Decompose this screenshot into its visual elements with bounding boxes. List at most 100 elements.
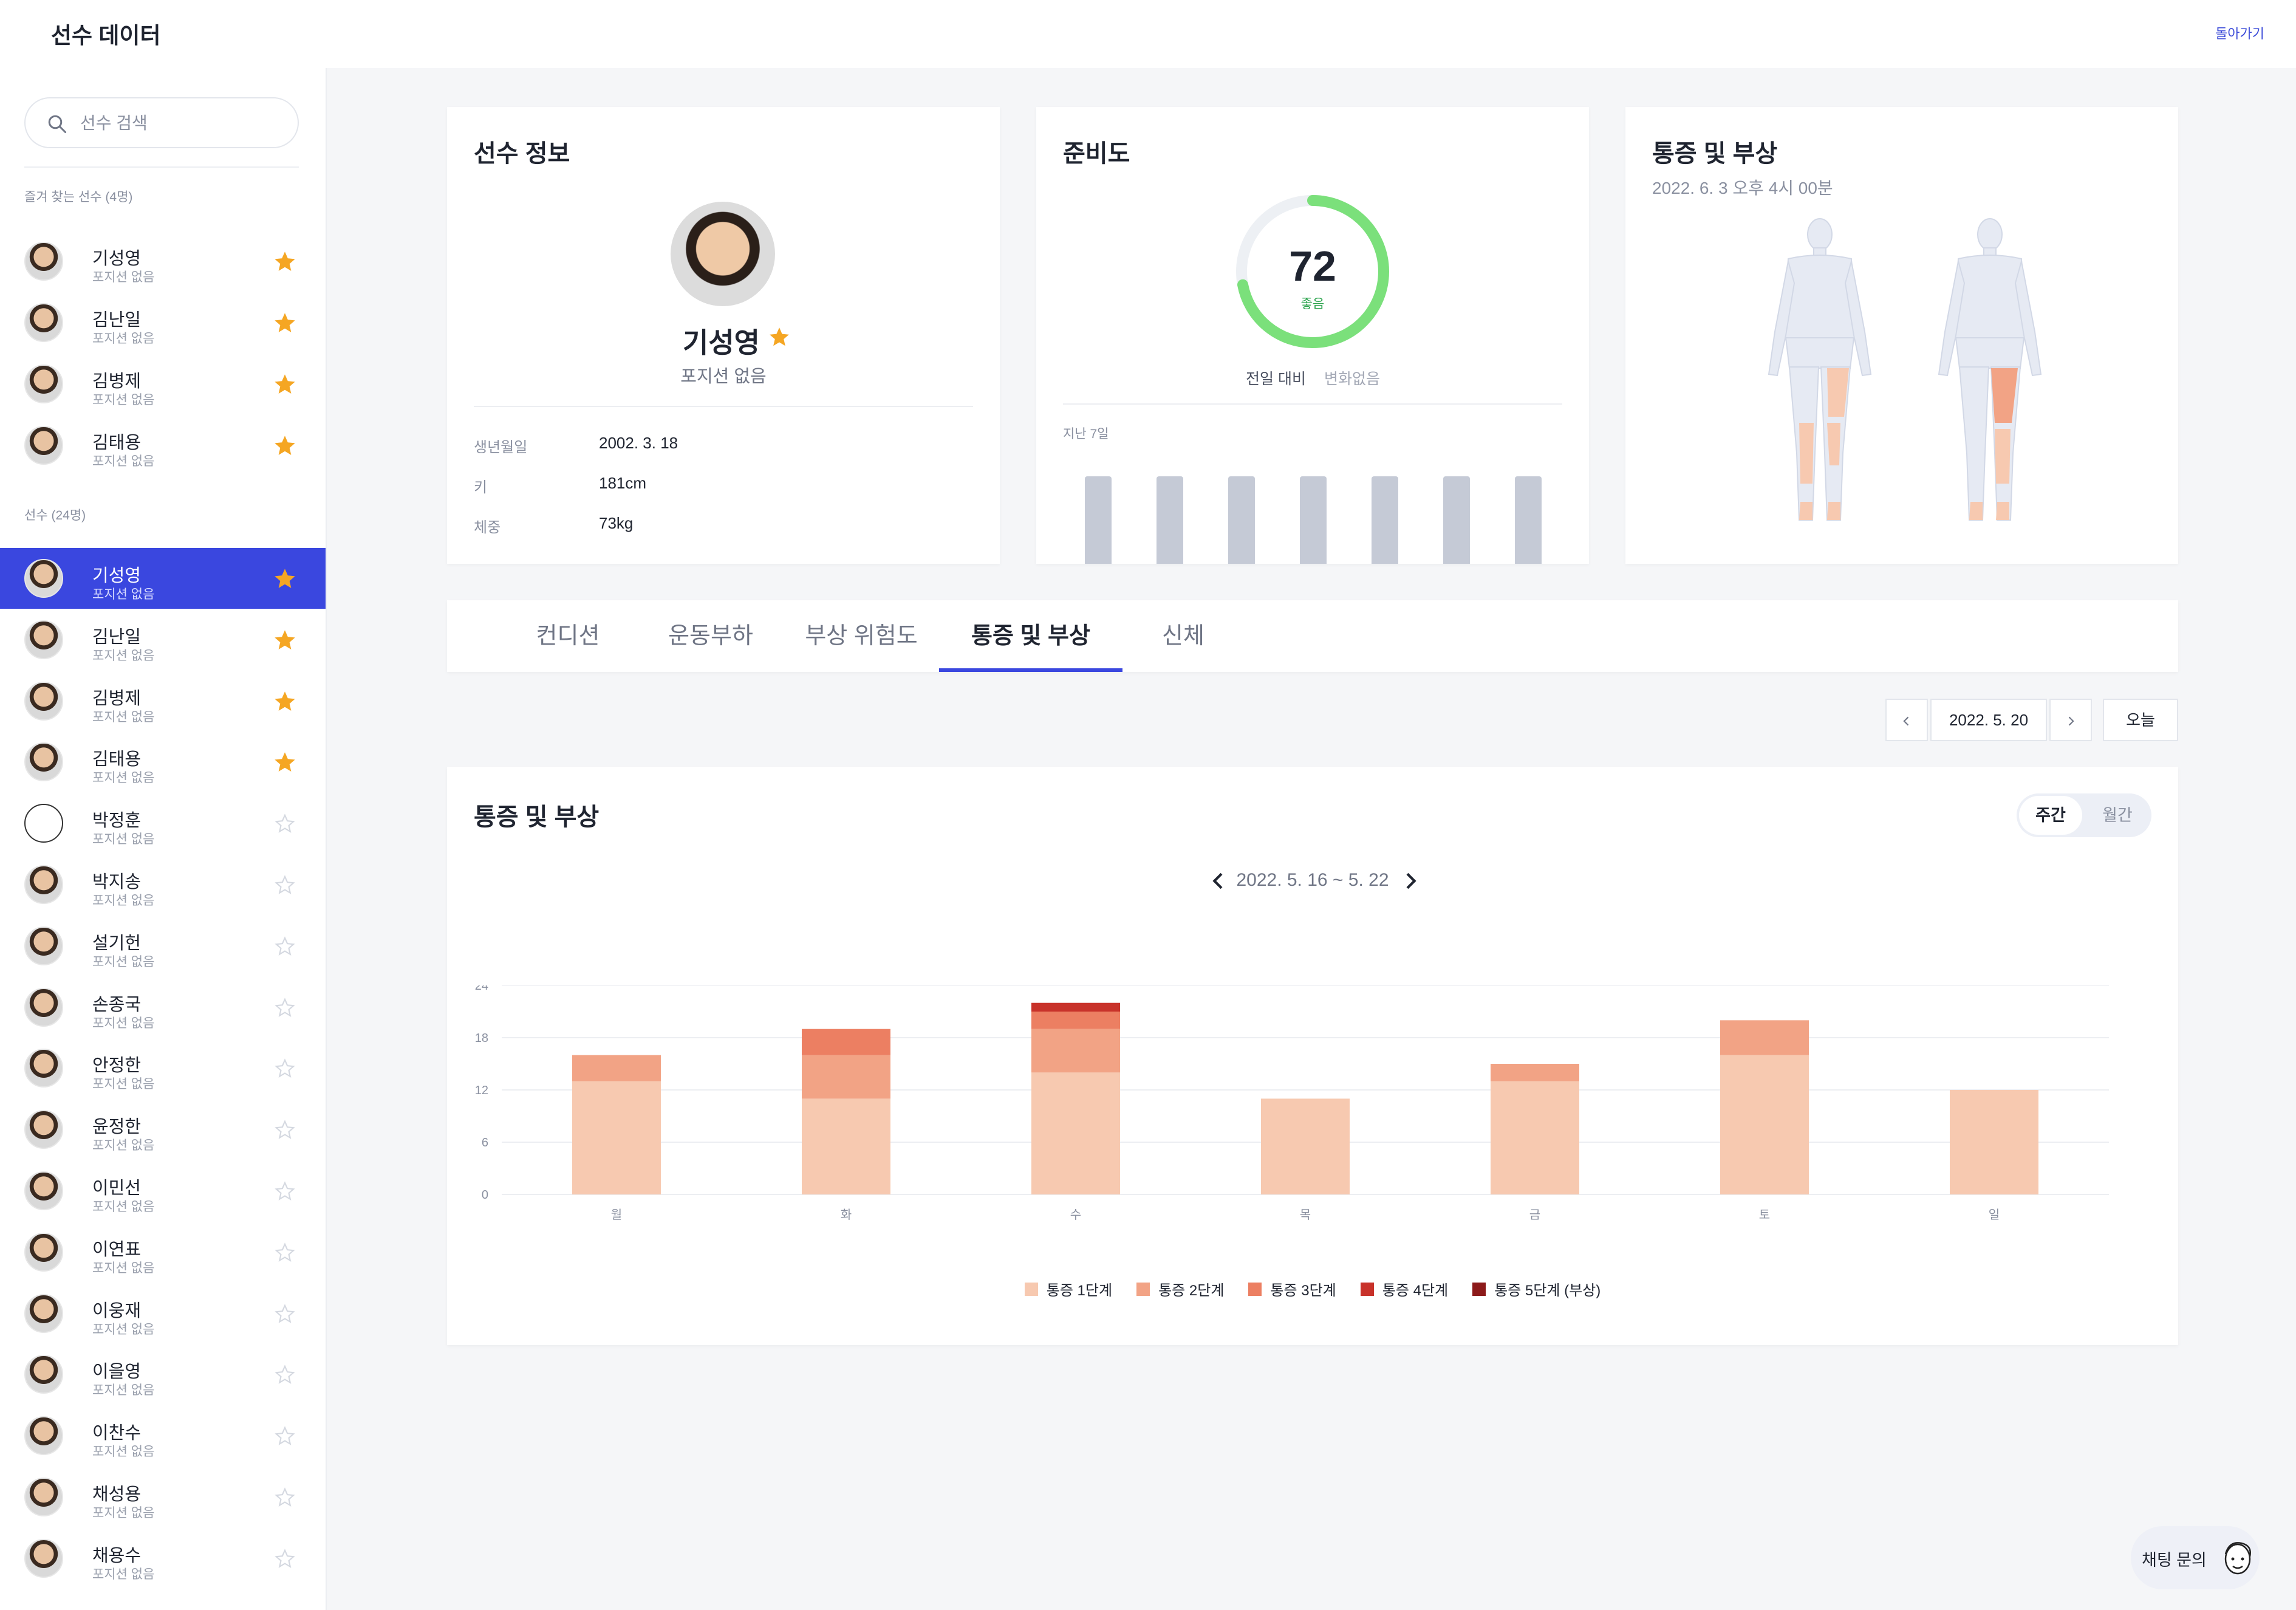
legend-label: 통증 2단계 <box>1158 1283 1225 1299</box>
star-outline-icon[interactable] <box>275 1548 295 1569</box>
star-outline-icon[interactable] <box>275 1303 295 1324</box>
bar-segment <box>802 1029 890 1055</box>
sidebar-player-item[interactable]: 김태용 포지션 없음 <box>0 731 326 792</box>
date-next-button[interactable] <box>2049 699 2092 741</box>
chat-button[interactable]: 채팅 문의 <box>2131 1526 2260 1589</box>
sidebar-player-item[interactable]: 이을영 포지션 없음 <box>0 1344 326 1405</box>
star-outline-icon[interactable] <box>275 997 295 1018</box>
chat-avatar-icon <box>2224 1542 2251 1575</box>
star-outline-icon[interactable] <box>275 1487 295 1508</box>
star-filled-icon[interactable] <box>275 436 295 456</box>
birth-label: 생년월일 <box>474 439 528 456</box>
sidebar-player-item[interactable]: 김병제 포지션 없음 <box>0 671 326 731</box>
sidebar-divider <box>24 166 299 168</box>
tab-injury-risk[interactable]: 부상 위험도 <box>784 600 939 672</box>
sidebar-player-item[interactable]: 기성영 포지션 없음 <box>0 548 326 609</box>
star-outline-icon[interactable] <box>275 1120 295 1140</box>
sidebar-player-item[interactable]: 안정한 포지션 없음 <box>0 1038 326 1098</box>
sidebar-player-item[interactable]: 손종국 포지션 없음 <box>0 977 326 1038</box>
search-input[interactable] <box>79 109 282 137</box>
player-position: 포지션 없음 <box>92 587 155 601</box>
star-filled-icon[interactable] <box>275 691 295 712</box>
search-icon <box>48 115 66 133</box>
star-outline-icon[interactable] <box>275 936 295 957</box>
player-position: 포지션 없음 <box>92 648 155 663</box>
star-outline-icon[interactable] <box>275 1426 295 1447</box>
pain-area <box>1995 429 2011 484</box>
sidebar-player-item[interactable]: 박정훈 포지션 없음 <box>0 793 326 854</box>
sidebar-player-item[interactable]: 이웅재 포지션 없음 <box>0 1283 326 1344</box>
players-section-label: 선수 (24명) <box>24 509 86 522</box>
player-position: 포지션 없음 <box>92 332 155 346</box>
today-button[interactable]: 오늘 <box>2103 699 2178 741</box>
sidebar-player-item[interactable]: 김난일 포지션 없음 <box>0 609 326 670</box>
avatar <box>24 365 63 403</box>
tab-workload[interactable]: 운동부하 <box>638 600 784 672</box>
bar-segment <box>1031 1012 1120 1029</box>
top-bar: 선수 데이터 돌아가기 <box>0 0 2296 68</box>
tab-pain-injury[interactable]: 통증 및 부상 <box>939 600 1122 672</box>
star-filled-icon[interactable] <box>275 252 295 272</box>
star-filled-icon[interactable] <box>275 752 295 773</box>
star-outline-icon[interactable] <box>275 1242 295 1263</box>
avatar <box>24 1171 63 1210</box>
sidebar-player-item[interactable]: 김병제 포지션 없음 <box>0 354 326 414</box>
star-filled-icon[interactable] <box>275 374 295 395</box>
star-outline-icon[interactable] <box>275 1181 295 1202</box>
sidebar-player-item[interactable]: 채성용 포지션 없음 <box>0 1467 326 1527</box>
pain-area <box>1799 423 1814 484</box>
star-outline-icon[interactable] <box>275 875 295 896</box>
profile-position: 포지션 없음 <box>680 367 767 386</box>
period-toggle[interactable]: 주간 월간 <box>2017 793 2151 837</box>
compare-label: 전일 대비 <box>1246 371 1306 388</box>
legend-label: 통증 5단계 (부상) <box>1494 1283 1601 1299</box>
bar-segment <box>802 1055 890 1099</box>
sidebar-player-item[interactable]: 김난일포지션 없음 <box>0 292 326 353</box>
player-position: 포지션 없음 <box>92 1200 155 1214</box>
tab-body[interactable]: 신체 <box>1122 600 1244 672</box>
x-tick-label: 토 <box>1759 1208 1770 1222</box>
monthly-toggle[interactable]: 월간 <box>2086 796 2149 835</box>
player-info-card: 선수 정보 기성영 포지션 없음 생년월일 2002. 3. 18 키 181c… <box>447 107 1000 564</box>
date-prev-button[interactable] <box>1885 699 1928 741</box>
date-display[interactable]: 2022. 5. 20 <box>1930 699 2047 741</box>
profile-photo <box>671 202 775 306</box>
sidebar-player-item[interactable]: 이찬수 포지션 없음 <box>0 1405 326 1466</box>
search-box[interactable] <box>24 97 299 148</box>
weekly-toggle[interactable]: 주간 <box>2019 796 2082 835</box>
tab-condition[interactable]: 컨디션 <box>498 600 638 672</box>
sidebar-player-item[interactable]: 김태용 포지션 없음 <box>0 415 326 476</box>
pain-body-date: 2022. 6. 3 오후 4시 00분 <box>1652 179 1833 197</box>
player-position: 포지션 없음 <box>92 270 155 284</box>
bar-segment <box>1261 1098 1350 1194</box>
avatar <box>24 804 63 843</box>
sidebar-player-item[interactable]: 윤정한 포지션 없음 <box>0 1099 326 1160</box>
sidebar-player-item[interactable]: 이민선 포지션 없음 <box>0 1160 326 1221</box>
x-tick-label: 일 <box>1989 1208 2000 1222</box>
star-outline-icon[interactable] <box>275 1058 295 1079</box>
star-filled-icon[interactable] <box>275 313 295 334</box>
player-name: 김난일 <box>92 310 142 330</box>
weight-label: 체중 <box>474 519 501 536</box>
player-name: 기성영 <box>92 566 142 586</box>
sidebar-player-item[interactable]: 채용수 포지션 없음 <box>0 1528 326 1589</box>
star-filled-icon[interactable] <box>275 629 295 651</box>
star-filled-icon[interactable] <box>275 569 295 589</box>
sidebar-player-item[interactable]: 기성영 포지션 없음 <box>0 231 326 292</box>
legend-label: 통증 3단계 <box>1270 1283 1336 1299</box>
player-name: 이연표 <box>92 1239 142 1259</box>
player-position: 포지션 없음 <box>92 1322 155 1337</box>
avatar <box>24 1232 63 1272</box>
range-next-icon[interactable] <box>1398 869 1423 893</box>
star-outline-icon[interactable] <box>275 814 295 834</box>
back-link[interactable]: 돌아가기 <box>2215 23 2264 43</box>
player-name: 윤정한 <box>92 1117 142 1137</box>
chevron-left-icon <box>1903 716 1909 726</box>
sidebar-player-item[interactable]: 이연표 포지션 없음 <box>0 1222 326 1283</box>
sidebar-player-item[interactable]: 설기헌 포지션 없음 <box>0 916 326 976</box>
favorite-star-icon[interactable] <box>768 326 791 349</box>
sidebar-player-item[interactable]: 박지송 포지션 없음 <box>0 854 326 915</box>
x-tick-label: 화 <box>841 1208 852 1222</box>
avatar <box>24 242 63 281</box>
star-outline-icon[interactable] <box>275 1365 295 1385</box>
